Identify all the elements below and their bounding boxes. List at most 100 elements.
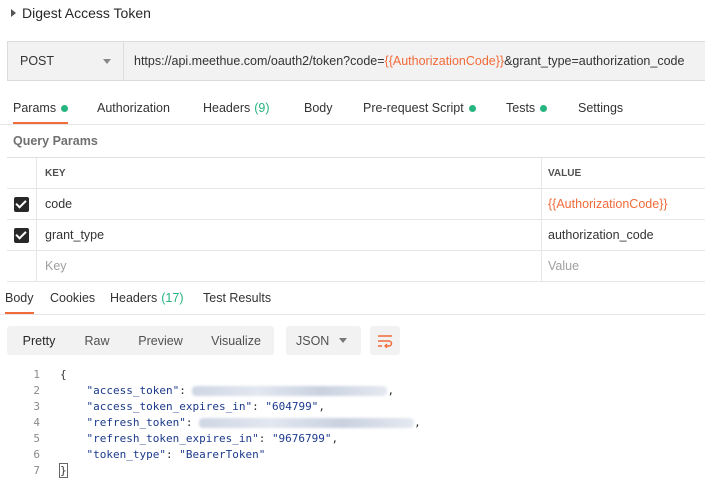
- response-tabs: Body Cookies Headers (17) Test Results: [0, 284, 705, 315]
- open-brace: {: [60, 367, 67, 381]
- redacted-value: [199, 417, 415, 428]
- close-brace: }: [59, 462, 68, 478]
- tab-label: Body: [5, 291, 34, 305]
- view-pretty-button[interactable]: Pretty: [7, 326, 71, 355]
- code-text: "refresh_token": ,: [86, 415, 421, 429]
- json-key: "access_token": [86, 383, 180, 397]
- tab-label: Pre-request Script: [363, 101, 464, 115]
- param-value[interactable]: {{AuthorizationCode}}: [542, 189, 705, 219]
- divider: [0, 314, 705, 315]
- code-text: "access_token_expires_in": "604799",: [86, 399, 325, 413]
- header-checkbox-cell: [7, 158, 37, 188]
- tab-settings[interactable]: Settings: [578, 94, 623, 122]
- json-value: "604799": [265, 399, 319, 413]
- json-value: "BearerToken": [179, 447, 266, 461]
- code-line: 1 {: [0, 366, 705, 382]
- new-value-input[interactable]: Value: [542, 251, 705, 281]
- table-header-row: KEY VALUE: [7, 158, 705, 189]
- tab-test-results[interactable]: Test Results: [203, 284, 271, 312]
- response-body-editor[interactable]: 1 { 2 "access_token": , 3 "access_token_…: [0, 366, 705, 478]
- code-text: {: [60, 368, 67, 381]
- tab-count: (17): [161, 291, 184, 305]
- line-number: 2: [33, 383, 40, 397]
- request-title-bar[interactable]: Digest Access Token: [0, 0, 705, 26]
- tab-response-headers[interactable]: Headers (17): [110, 284, 183, 312]
- tab-pre-request-script[interactable]: Pre-request Script: [363, 94, 476, 122]
- view-raw-button[interactable]: Raw: [71, 326, 123, 355]
- status-dot-icon: [61, 104, 69, 112]
- table-row: code {{AuthorizationCode}}: [7, 189, 705, 220]
- tab-label: Authorization: [97, 101, 170, 115]
- value-column-header: VALUE: [548, 167, 582, 179]
- line-number: 6: [33, 447, 40, 461]
- param-key[interactable]: code: [37, 189, 542, 219]
- json-key: "access_token_expires_in": [86, 399, 253, 413]
- param-value[interactable]: authorization_code: [542, 220, 705, 250]
- param-checkbox[interactable]: [14, 196, 29, 212]
- status-dot-icon: [540, 104, 548, 112]
- redacted-value: [192, 385, 388, 396]
- new-key-input[interactable]: Key: [37, 251, 542, 281]
- tab-response-body[interactable]: Body: [5, 284, 34, 315]
- expand-triangle-icon[interactable]: [11, 9, 16, 17]
- tab-cookies[interactable]: Cookies: [50, 284, 95, 312]
- format-select[interactable]: JSON: [286, 326, 361, 355]
- url-prefix: https://api.meethue.com/oauth2/token?cod…: [134, 54, 385, 68]
- divider: [0, 124, 705, 125]
- tab-body[interactable]: Body: [304, 94, 333, 122]
- code-text: "access_token": ,: [86, 383, 395, 397]
- tab-label: Test Results: [203, 291, 272, 305]
- wrap-lines-icon: [378, 334, 393, 348]
- checkbox-cell: [7, 189, 37, 219]
- tab-headers[interactable]: Headers (9): [203, 94, 270, 122]
- line-number: 7: [33, 463, 40, 477]
- code-text: }: [59, 462, 68, 478]
- tab-tests[interactable]: Tests: [506, 94, 548, 122]
- tab-params[interactable]: Params: [13, 94, 69, 125]
- format-label: JSON: [296, 333, 330, 348]
- query-params-table: KEY VALUE code {{AuthorizationCode}} gra…: [7, 157, 705, 282]
- tab-label: Tests: [506, 101, 536, 115]
- view-preview-button[interactable]: Preview: [123, 326, 198, 355]
- code-line: 6 "token_type": "BearerToken": [0, 446, 705, 462]
- line-number: 3: [33, 399, 40, 413]
- view-mode-group: Pretty Raw Preview Visualize: [7, 326, 274, 355]
- param-key[interactable]: grant_type: [37, 220, 542, 250]
- code-line: 4 "refresh_token": ,: [0, 414, 705, 430]
- key-column-header: KEY: [37, 158, 542, 188]
- tab-authorization[interactable]: Authorization: [97, 94, 170, 122]
- chevron-down-icon: [103, 58, 111, 64]
- view-visualize-button[interactable]: Visualize: [198, 326, 274, 355]
- request-tabs: Params Authorization Headers (9) Body Pre…: [0, 94, 705, 125]
- code-text: "refresh_token_expires_in": "9676799",: [86, 431, 339, 445]
- method-select[interactable]: POST: [7, 41, 123, 81]
- param-checkbox[interactable]: [14, 227, 29, 243]
- code-line: 2 "access_token": ,: [0, 382, 705, 398]
- tab-label: Settings: [578, 101, 624, 115]
- table-row-new: Key Value: [7, 251, 705, 282]
- tab-label: Body: [304, 101, 333, 115]
- url-input[interactable]: https://api.meethue.com/oauth2/token?cod…: [123, 41, 705, 81]
- code-line: 3 "access_token_expires_in": "604799",: [0, 398, 705, 414]
- wrap-lines-button[interactable]: [370, 326, 400, 355]
- tab-label: Params: [13, 101, 57, 115]
- code-line: 5 "refresh_token_expires_in": "9676799",: [0, 430, 705, 446]
- code-text: "token_type": "BearerToken": [86, 447, 266, 461]
- method-label: POST: [20, 54, 55, 68]
- table-row: grant_type authorization_code: [7, 220, 705, 251]
- tab-label: Headers: [110, 291, 158, 305]
- tab-label: Cookies: [50, 291, 96, 305]
- checkbox-cell: [7, 251, 37, 281]
- url-suffix: &grant_type=authorization_code: [504, 54, 685, 68]
- request-title: Digest Access Token: [22, 5, 151, 21]
- json-key: "token_type": [86, 447, 166, 461]
- chevron-down-icon: [339, 338, 347, 343]
- tab-label: Headers: [203, 101, 251, 115]
- url-variable: {{AuthorizationCode}}: [384, 54, 505, 68]
- json-value: "9676799": [271, 431, 332, 445]
- url-row: POST https://api.meethue.com/oauth2/toke…: [7, 41, 705, 81]
- line-number: 4: [33, 415, 40, 429]
- line-number: 1: [33, 367, 40, 381]
- line-number: 5: [33, 431, 40, 445]
- json-key: "refresh_token_expires_in": [86, 431, 259, 445]
